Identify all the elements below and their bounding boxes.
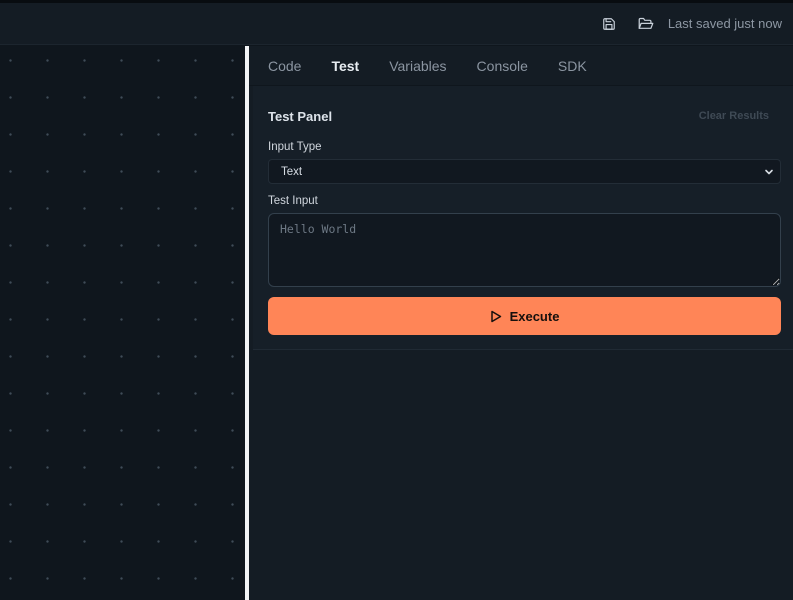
execute-label: Execute <box>509 308 560 324</box>
clear-results-button[interactable]: Clear Results <box>699 110 769 122</box>
test-input-field[interactable] <box>268 213 781 287</box>
top-bar: Last saved just now <box>0 3 793 45</box>
tab-console[interactable]: Console <box>477 58 528 74</box>
panel-tabs: Code Test Variables Console SDK <box>249 46 793 86</box>
tab-sdk[interactable]: SDK <box>558 58 587 74</box>
test-panel-header: Test Panel Clear Results <box>268 106 769 126</box>
input-type-select[interactable]: Text <box>268 159 781 184</box>
flow-canvas[interactable] <box>0 46 245 600</box>
tab-code[interactable]: Code <box>268 58 301 74</box>
input-type-label: Input Type <box>268 141 322 153</box>
chevron-down-icon <box>765 169 773 175</box>
test-panel-title: Test Panel <box>268 108 333 124</box>
tab-variables[interactable]: Variables <box>389 58 446 74</box>
save-icon[interactable] <box>600 15 618 33</box>
right-panel: Code Test Variables Console SDK Test Pan… <box>249 46 793 600</box>
tab-test[interactable]: Test <box>331 58 359 74</box>
input-type-value: Text <box>281 165 303 178</box>
folder-open-icon[interactable] <box>637 15 655 33</box>
execute-button[interactable]: Execute <box>268 297 781 335</box>
play-icon <box>490 310 501 322</box>
test-input-label: Test Input <box>268 195 318 207</box>
last-saved-status: Last saved just now <box>667 16 782 31</box>
test-panel-card: Test Panel Clear Results Input Type Text… <box>253 86 793 350</box>
